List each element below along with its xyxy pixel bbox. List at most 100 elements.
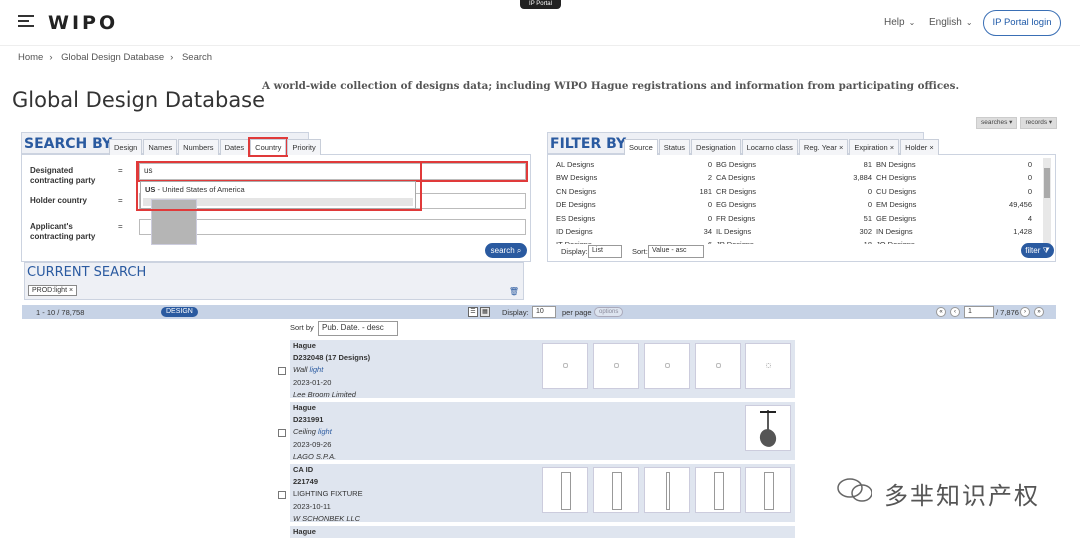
filter-option-label: FR Designs [716,213,756,223]
design-thumbnail[interactable] [593,467,639,513]
result-number[interactable]: D232048 (17 Designs) [293,352,370,364]
result-title: Ceiling light [293,427,332,437]
filter-option[interactable]: IT Designs 6 [556,240,716,244]
last-page-icon[interactable]: » [1034,307,1044,317]
design-thumbnail[interactable] [542,343,588,389]
per-page-select[interactable]: 10 [532,306,556,318]
design-thumbnail[interactable] [745,405,791,451]
filter-option-label: CU Designs [876,186,917,196]
wechat-logo-icon [837,478,872,502]
per-page-label: per page [562,308,592,317]
filter-option[interactable]: GE Designs 4 [876,214,1036,227]
display-select[interactable]: List [588,245,622,258]
result-row[interactable]: Hague [290,526,795,538]
filter-option[interactable]: AL Designs 0 [556,160,716,173]
filter-scrollbar[interactable] [1043,158,1051,244]
prev-page-icon[interactable]: ‹ [950,307,960,317]
filter-option[interactable]: CA Designs 3,884 [716,173,876,186]
design-view-button[interactable]: DESIGN [161,307,198,317]
language-menu[interactable]: English ⌄ [929,17,973,28]
result-checkbox[interactable] [278,367,286,375]
filter-option[interactable]: ID Designs 34 [556,227,716,240]
filter-option[interactable]: DE Designs 0 [556,200,716,213]
filter-option[interactable]: IL Designs 302 [716,227,876,240]
result-row[interactable]: CA ID 221749 LIGHTING FIXTURE 2023-10-11… [290,464,795,525]
filter-option[interactable]: ES Designs 0 [556,214,716,227]
tab-holder[interactable]: Holder × [900,139,939,155]
filter-option[interactable]: BW Designs 2 [556,173,716,186]
breadcrumb-home[interactable]: Home [18,52,43,63]
filter-option[interactable]: CU Designs 0 [876,187,1036,200]
first-page-icon[interactable]: « [936,307,946,317]
wipo-logo[interactable]: WIPO [48,12,118,34]
result-checkbox[interactable] [278,429,286,437]
design-thumbnail[interactable] [593,343,639,389]
trash-icon[interactable]: 🗑 [509,287,519,296]
chevron-down-icon: ⌄ [908,18,916,27]
filter-option[interactable]: JO Designs [876,240,1036,244]
tab-numbers[interactable]: Numbers [178,139,219,155]
scrollbar-thumb[interactable] [1044,168,1050,198]
filter-option[interactable]: IN Designs 1,428 [876,227,1036,240]
tab-reg-year[interactable]: Reg. Year × [798,139,849,155]
result-number[interactable]: D231991 [293,414,336,426]
filter-option[interactable]: EM Designs 49,456 [876,200,1036,213]
filter-option-label: ID Designs [556,226,593,236]
tab-names[interactable]: Names [143,139,178,155]
filter-by-title: FILTER BY [550,136,627,152]
tab-source[interactable]: Source [624,139,658,155]
page-input[interactable]: 1 [964,306,994,318]
filter-option[interactable]: CR Designs 0 [716,187,876,200]
next-page-icon[interactable]: › [1020,307,1030,317]
search-tabs: Design Names Numbers Dates Country Prior… [109,137,322,157]
help-menu[interactable]: Help ⌄ [884,17,915,28]
filter-option[interactable]: BG Designs 81 [716,160,876,173]
sort-by-select[interactable]: Pub. Date. - desc [318,321,398,336]
filter-option[interactable]: FR Designs 51 [716,214,876,227]
filter-option-label: ES Designs [556,213,596,223]
tagline: A world-wide collection of designs data;… [262,80,960,92]
applicant-party-input[interactable] [139,219,526,235]
records-button[interactable]: records ▾ [1020,117,1058,129]
filter-option-count: 0 [1027,160,1032,169]
design-thumbnail[interactable] [644,343,690,389]
result-meta: CA ID 221749 LIGHTING FIXTURE 2023-10-11… [293,464,363,525]
filter-button[interactable]: filter ⧩ [1021,243,1054,258]
search-button[interactable]: search ⌕ [485,243,527,258]
options-button[interactable]: options [594,307,624,317]
tab-design[interactable]: Design [109,139,143,155]
search-chip[interactable]: PROD:light × [28,285,78,296]
tab-dates[interactable]: Dates [219,139,250,155]
sort-select[interactable]: Value - asc [648,245,704,258]
design-thumbnail[interactable] [695,467,741,513]
result-number[interactable]: 221749 [293,476,363,488]
breadcrumb-gdd[interactable]: Global Design Database [61,52,164,63]
design-thumbnail[interactable] [745,343,791,389]
design-thumbnail[interactable] [745,467,791,513]
ip-portal-login-button[interactable]: IP Portal login [983,10,1061,36]
list-view-icon[interactable]: ☰ [468,307,478,317]
filter-option[interactable]: JP Designs 18 [716,240,876,244]
design-thumbnail[interactable] [695,343,741,389]
filter-option[interactable]: CN Designs 181 [556,187,716,200]
design-thumbnail[interactable] [644,467,690,513]
filter-option[interactable]: CH Designs 0 [876,173,1036,186]
tab-designation[interactable]: Designation [691,139,741,155]
grid-view-icon[interactable]: ▦ [480,307,490,317]
design-thumbnail[interactable] [542,467,588,513]
tab-country[interactable]: Country [248,137,289,157]
tab-status[interactable]: Status [658,139,691,155]
searches-button[interactable]: searches ▾ [976,117,1018,129]
tab-expiration[interactable]: Expiration × [849,139,900,155]
result-row[interactable]: Hague D231991 Ceiling light 2023-09-26 L… [290,402,795,461]
filter-option-label: IT Designs [556,240,592,244]
tab-locarno[interactable]: Locarno class [741,139,798,155]
menu-icon[interactable] [18,15,34,27]
filter-option[interactable]: BN Designs 0 [876,160,1036,173]
result-checkbox[interactable] [278,491,286,499]
tab-priority[interactable]: Priority [287,139,321,155]
result-row[interactable]: Hague D232048 (17 Designs) Wall light 20… [290,340,795,399]
result-source: Hague [293,341,316,350]
result-date: 2023-10-11 [293,501,331,511]
filter-option[interactable]: EG Designs 0 [716,200,876,213]
